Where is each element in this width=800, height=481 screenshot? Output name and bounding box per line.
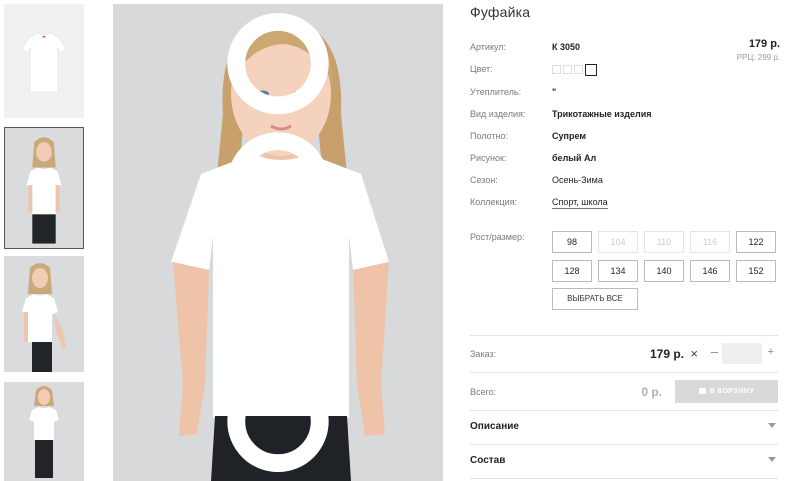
order-label: Заказ:: [470, 349, 497, 359]
divider: [470, 444, 778, 445]
spec-value: Осень-Зима: [552, 175, 603, 185]
spec-label: Рисунок:: [470, 153, 507, 163]
brand-logo-watermark: [227, 12, 329, 473]
color-swatch[interactable]: [552, 65, 561, 74]
accordion-title: Описание: [470, 421, 519, 432]
order-price: 179 р.: [649, 347, 684, 361]
size-option-unavailable: 116: [690, 231, 730, 253]
girl-full-thumbnail-image: [29, 386, 59, 478]
divider: [470, 410, 778, 411]
chevron-down-icon: [768, 457, 776, 462]
divider: [470, 335, 778, 336]
divider: [470, 478, 778, 479]
quantity-input[interactable]: [722, 343, 762, 364]
size-option[interactable]: 152: [736, 260, 776, 282]
spec-label: Утеплитель:: [470, 87, 522, 97]
size-option-unavailable: 110: [644, 231, 684, 253]
size-option[interactable]: 122: [736, 231, 776, 253]
increase-quantity-button[interactable]: +: [768, 346, 774, 358]
price-block: 179 р. РРЦ: 299 р.: [737, 38, 780, 62]
size-option[interactable]: 140: [644, 260, 684, 282]
thumbnail-flat-tshirt[interactable]: [4, 4, 84, 118]
spec-label: Цвет:: [470, 64, 493, 74]
spec-label: Вид изделия:: [470, 109, 526, 119]
product-price: 179 р.: [748, 38, 780, 50]
color-swatches: [552, 64, 597, 76]
add-to-cart-button[interactable]: В КОРЗИНУ: [675, 380, 778, 403]
color-swatch[interactable]: [574, 65, 583, 74]
main-product-photo: [113, 4, 443, 481]
girl-front-thumbnail-image: [26, 137, 62, 244]
spec-value: Трикотажные изделия: [552, 109, 652, 119]
spec-label: Коллекция:: [470, 197, 518, 207]
size-label: Рост/размер:: [470, 232, 525, 242]
size-option-unavailable: 104: [598, 231, 638, 253]
chevron-down-icon: [768, 423, 776, 428]
spec-label: Сезон:: [470, 175, 498, 185]
spec-label: Полотно:: [470, 131, 509, 141]
divider: [470, 372, 778, 373]
spec-value: ": [552, 87, 557, 97]
product-info-panel: Фуфайка 179 р. РРЦ: 299 р. Артикул: К 30…: [470, 0, 780, 481]
recommended-retail-price: РРЦ: 299 р.: [736, 53, 780, 62]
size-option[interactable]: 134: [598, 260, 638, 282]
cart-icon: [698, 388, 706, 394]
total-price: 0 р.: [641, 385, 662, 399]
spec-value: К 3050: [552, 42, 581, 52]
girl-pose-thumbnail-image: [22, 263, 66, 372]
accordion-title: Состав: [470, 455, 506, 466]
thumbnail-front-view[interactable]: [4, 127, 84, 249]
product-title: Фуфайка: [470, 4, 531, 20]
spec-value: Супрем: [552, 131, 586, 141]
spec-value: белый Ал: [552, 153, 597, 163]
color-swatch-selected[interactable]: [585, 64, 597, 76]
add-to-cart-label: В КОРЗИНУ: [709, 388, 755, 395]
size-option[interactable]: 128: [552, 260, 592, 282]
accordion-composition[interactable]: Состав: [470, 446, 778, 476]
collection-link[interactable]: Спорт, школа: [552, 196, 608, 209]
thumbnail-back-view[interactable]: [4, 382, 84, 481]
multiply-icon: ×: [690, 346, 698, 361]
size-option[interactable]: 98: [552, 231, 592, 253]
spec-label: Артикул:: [470, 42, 507, 52]
total-label: Всего:: [470, 387, 497, 397]
decrease-quantity-button[interactable]: –: [711, 344, 718, 359]
select-all-sizes-button[interactable]: ВЫБРАТЬ ВСЕ: [552, 288, 638, 310]
thumbnail-side-pose[interactable]: [4, 256, 84, 372]
tshirt-flat-image: [21, 32, 67, 93]
color-swatch[interactable]: [563, 65, 572, 74]
accordion-description[interactable]: Описание: [470, 412, 778, 442]
size-option[interactable]: 146: [690, 260, 730, 282]
